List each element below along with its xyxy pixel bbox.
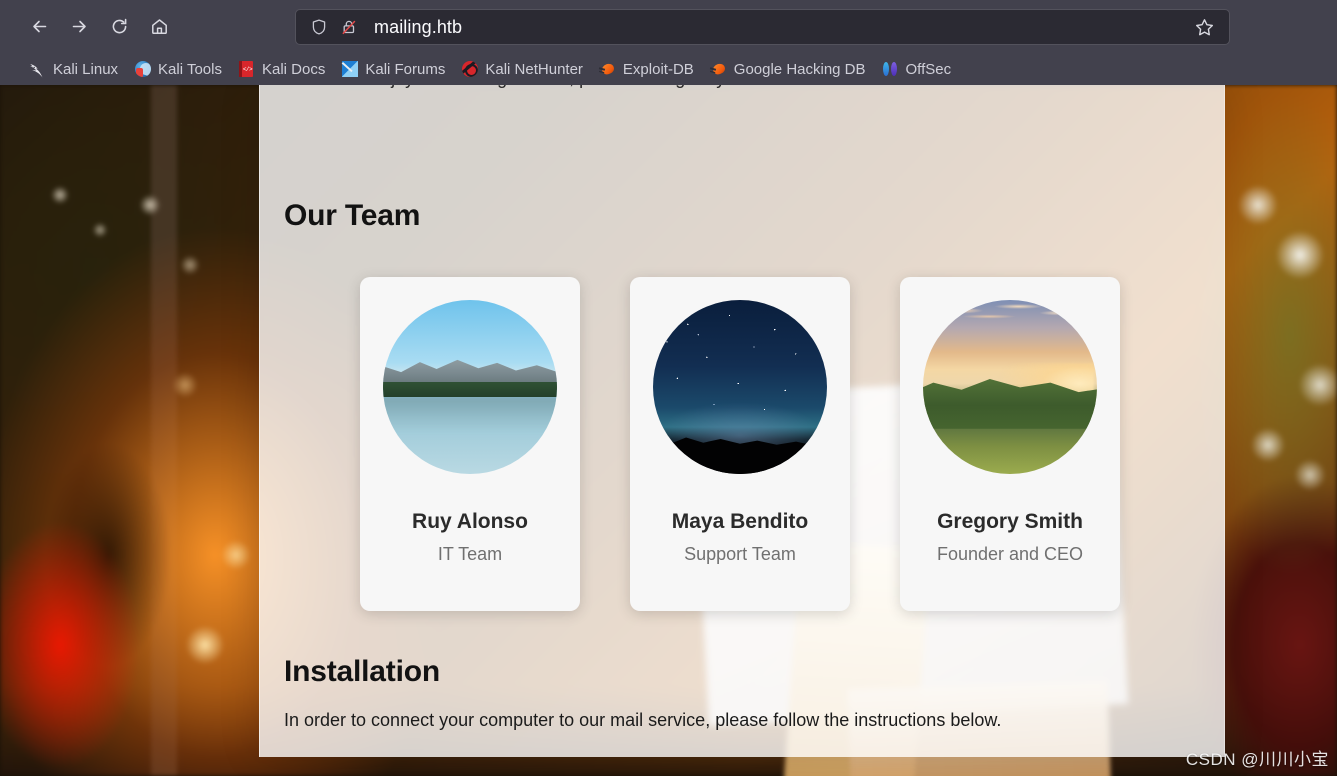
bookmark-kali-tools[interactable]: Kali Tools	[127, 56, 229, 82]
kali-dragon-icon	[29, 61, 46, 78]
bookmark-label: Google Hacking DB	[733, 60, 866, 78]
bookmark-kali-forums[interactable]: Kali Forums	[334, 56, 452, 82]
our-team-heading: Our Team	[284, 199, 421, 232]
bookmark-kali-nethunter[interactable]: Kali NetHunter	[454, 56, 590, 82]
back-button[interactable]	[22, 10, 56, 44]
member-role: Founder and CEO	[936, 544, 1084, 564]
bookmark-label: Exploit-DB	[622, 60, 694, 78]
page-viewport: In order to enjoy our mailing service, p…	[0, 85, 1337, 776]
installation-description: In order to connect your computer to our…	[284, 710, 1002, 730]
avatar	[923, 300, 1097, 474]
team-card[interactable]: Ruy Alonso IT Team	[360, 277, 580, 611]
kali-docs-icon	[238, 61, 255, 78]
forward-button[interactable]	[62, 10, 96, 44]
reload-button[interactable]	[102, 10, 136, 44]
reload-icon	[110, 17, 129, 36]
url-text[interactable]: mailing.htb	[374, 17, 1194, 38]
member-role: IT Team	[437, 544, 503, 564]
offsec-icon	[882, 61, 899, 78]
bookmark-exploit-db[interactable]: Exploit-DB	[592, 56, 701, 82]
url-bar[interactable]: mailing.htb	[295, 9, 1230, 45]
exploit-db-icon	[599, 61, 616, 78]
avatar	[653, 300, 827, 474]
bookmark-label: Kali Linux	[53, 60, 119, 78]
url-bar-container[interactable]: mailing.htb	[295, 9, 1230, 45]
avatar	[383, 300, 557, 474]
bookmark-label: Kali Tools	[158, 60, 222, 78]
team-card[interactable]: Gregory Smith Founder and CEO	[900, 277, 1120, 611]
installation-heading: Installation	[284, 655, 440, 688]
browser-toolbar: mailing.htb	[0, 0, 1337, 53]
content-panel: In order to enjoy our mailing service, p…	[259, 85, 1225, 757]
forward-arrow-icon	[70, 17, 89, 36]
home-icon	[150, 17, 169, 36]
member-role: Support Team	[684, 544, 796, 564]
shield-icon[interactable]	[310, 18, 328, 36]
bookmark-label: Kali NetHunter	[485, 60, 583, 78]
back-arrow-icon	[30, 17, 49, 36]
team-card[interactable]: Maya Bendito Support Team	[630, 277, 850, 611]
team-cards-row: Ruy Alonso IT Team Maya Bendito Support …	[360, 277, 1120, 611]
bookmark-star-icon[interactable]	[1194, 17, 1215, 38]
bookmark-label: Kali Forums	[365, 60, 446, 78]
bookmark-label: Kali Docs	[261, 60, 326, 78]
member-name: Maya Bendito	[671, 510, 809, 533]
google-hacking-db-icon	[710, 61, 727, 78]
browser-chrome: mailing.htb Kali Linux Kali Tools </> Ka…	[0, 0, 1337, 85]
kali-tools-icon	[134, 61, 151, 78]
home-button[interactable]	[142, 10, 176, 44]
lock-crossed-icon[interactable]	[340, 18, 358, 36]
bookmarks-bar: Kali Linux Kali Tools Kali Docs Kali For…	[0, 53, 1337, 85]
member-name: Gregory Smith	[937, 510, 1083, 533]
bookmark-label: OffSec	[905, 60, 952, 78]
bookmark-google-hacking-db[interactable]: Google Hacking DB	[703, 56, 873, 82]
kali-forums-icon	[341, 61, 358, 78]
bookmark-kali-docs[interactable]: Kali Docs	[231, 56, 332, 82]
bookmark-offsec[interactable]: OffSec	[875, 56, 959, 82]
kali-nethunter-icon	[461, 61, 478, 78]
member-name: Ruy Alonso	[412, 510, 528, 533]
bookmark-kali-linux[interactable]: Kali Linux	[22, 56, 125, 82]
cutoff-paragraph: In order to enjoy our mailing service, p…	[284, 85, 1184, 89]
